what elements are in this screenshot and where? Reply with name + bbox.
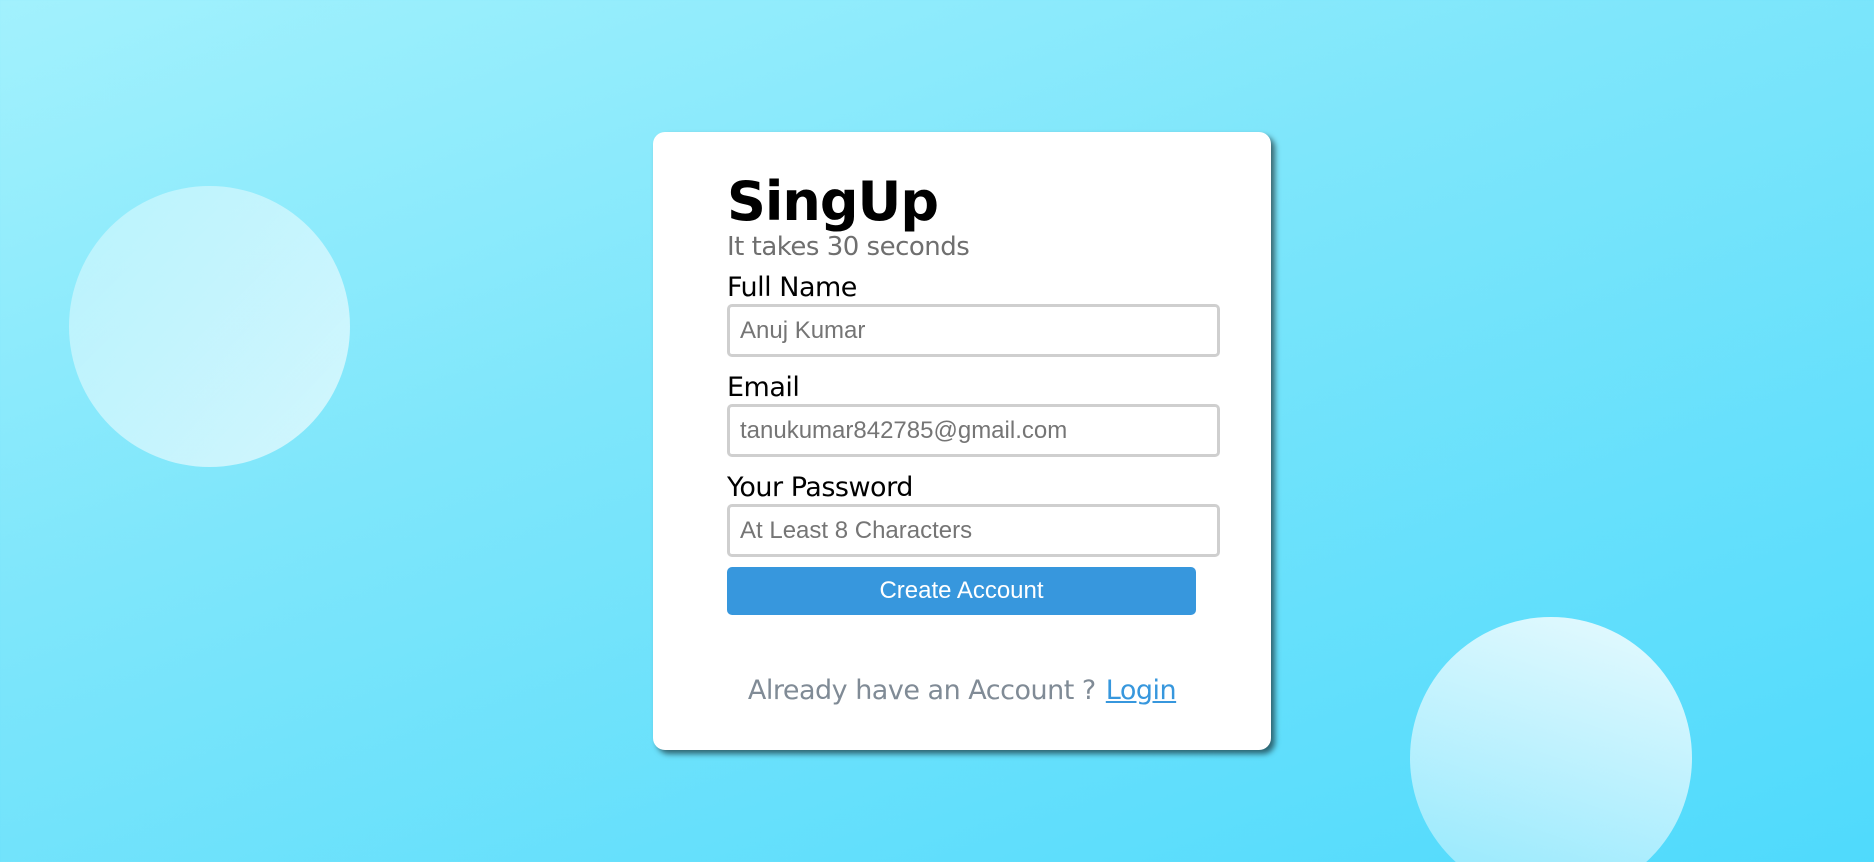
form-subtitle: It takes 30 seconds [727,232,970,262]
form-title: SingUp [727,170,939,233]
login-prompt: Already have an Account ? Login [653,675,1271,706]
signup-card: SingUp It takes 30 seconds Full Name Ema… [653,132,1271,750]
email-input[interactable] [727,404,1220,457]
email-label: Email [727,372,800,403]
password-label: Your Password [727,472,913,503]
login-prompt-text: Already have an Account ? [747,675,1096,706]
decorative-circle-top-left [69,186,350,467]
full-name-input[interactable] [727,304,1220,357]
create-account-button[interactable]: Create Account [727,567,1196,615]
signup-form: SingUp It takes 30 seconds Full Name Ema… [727,172,1222,615]
login-link[interactable]: Login [1106,675,1177,706]
full-name-label: Full Name [727,272,857,303]
password-input[interactable] [727,504,1220,557]
decorative-circle-bottom-right [1410,617,1692,862]
